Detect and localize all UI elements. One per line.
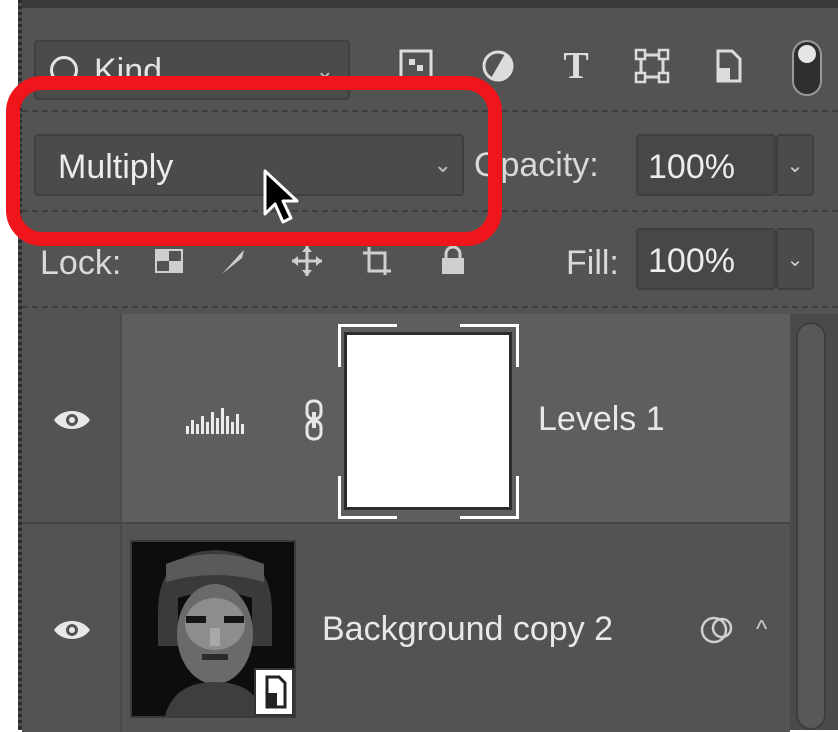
- selection-corner: [460, 476, 519, 519]
- lock-artboard-icon[interactable]: [360, 244, 394, 278]
- shape-filter-icon[interactable]: [630, 44, 674, 88]
- opacity-dropdown-button[interactable]: ⌄: [776, 134, 814, 196]
- opacity-value: 100%: [648, 148, 735, 186]
- levels-adjustment-icon: [186, 408, 244, 434]
- chain-link-icon[interactable]: [304, 398, 324, 442]
- layer-name[interactable]: Background copy 2: [322, 610, 613, 649]
- fill-input[interactable]: 100%: [636, 228, 776, 290]
- smart-object-filter-icon[interactable]: [706, 44, 750, 88]
- fill-value: 100%: [648, 242, 735, 280]
- layer-effects-icon[interactable]: [698, 614, 738, 646]
- layer-name[interactable]: Levels 1: [538, 400, 665, 439]
- opacity-input[interactable]: 100%: [636, 134, 776, 196]
- lock-image-icon[interactable]: [216, 244, 250, 278]
- lock-all-icon[interactable]: [436, 244, 470, 278]
- fill-dropdown-button[interactable]: ⌄: [776, 228, 814, 290]
- toggle-knob: [798, 45, 816, 63]
- fill-label: Fill:: [566, 244, 619, 282]
- scrollbar-thumb[interactable]: [796, 322, 826, 730]
- mouse-cursor-icon: [263, 169, 299, 224]
- selection-corner: [460, 324, 519, 367]
- highlight-box: [6, 76, 502, 246]
- lock-label: Lock:: [40, 244, 122, 282]
- type-filter-icon[interactable]: T: [554, 44, 598, 88]
- panel-header-strip: [22, 0, 838, 8]
- lock-transparent-icon[interactable]: [152, 244, 186, 278]
- smart-object-badge-icon: [254, 668, 294, 716]
- selection-corner: [338, 476, 397, 519]
- lock-position-icon[interactable]: [290, 244, 324, 278]
- filter-toggle[interactable]: [792, 40, 822, 96]
- selection-corner: [338, 324, 397, 367]
- eye-icon[interactable]: [52, 618, 92, 642]
- eye-icon[interactable]: [52, 408, 92, 432]
- divider: [22, 306, 838, 308]
- chevron-up-icon[interactable]: ^: [756, 616, 767, 644]
